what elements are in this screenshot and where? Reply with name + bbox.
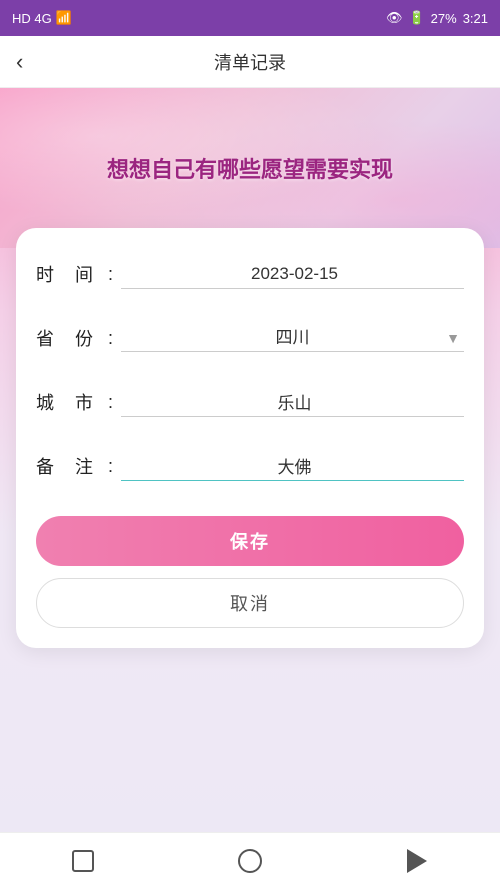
- content-wrapper: 想想自己有哪些愿望需要实现 时 间 : 省 份 : 四川 北京 上海 广东 ▼: [0, 88, 500, 832]
- hd-label: HD 4G: [12, 11, 52, 26]
- time-display: 3:21: [463, 11, 488, 26]
- date-label: 时 间: [36, 261, 108, 287]
- status-left: HD 4G 📶: [12, 10, 72, 26]
- battery-percent: 27%: [431, 11, 457, 26]
- square-icon: [72, 850, 94, 872]
- save-button[interactable]: 保存: [36, 516, 464, 566]
- note-row: 备 注 :: [36, 444, 464, 488]
- province-colon: :: [108, 328, 113, 349]
- back-button[interactable]: ‹: [16, 49, 23, 75]
- date-input[interactable]: [121, 260, 464, 289]
- banner-text: 想想自己有哪些愿望需要实现: [107, 152, 393, 184]
- date-row: 时 间 :: [36, 252, 464, 296]
- province-select[interactable]: 四川 北京 上海 广东: [121, 324, 464, 351]
- note-colon: :: [108, 456, 113, 477]
- signal-icon: 📶: [56, 10, 72, 26]
- circle-icon: [238, 849, 262, 873]
- nav-circle-button[interactable]: [236, 847, 264, 875]
- cancel-button[interactable]: 取消: [36, 578, 464, 628]
- bottom-nav: [0, 832, 500, 888]
- triangle-icon: [407, 849, 427, 873]
- note-label: 备 注: [36, 453, 108, 479]
- note-input[interactable]: [121, 452, 464, 481]
- city-row: 城 市 :: [36, 380, 464, 424]
- page-title: 清单记录: [214, 49, 286, 75]
- city-input[interactable]: [121, 388, 464, 417]
- eye-icon: 👁: [386, 10, 403, 26]
- province-row: 省 份 : 四川 北京 上海 广东 ▼: [36, 316, 464, 360]
- form-card: 时 间 : 省 份 : 四川 北京 上海 广东 ▼ 城 市 :: [16, 228, 484, 648]
- status-bar: HD 4G 📶 👁 🔋 27% 3:21: [0, 0, 500, 36]
- header: ‹ 清单记录: [0, 36, 500, 88]
- city-colon: :: [108, 392, 113, 413]
- banner: 想想自己有哪些愿望需要实现: [0, 88, 500, 248]
- date-colon: :: [108, 264, 113, 285]
- province-select-wrapper: 四川 北京 上海 广东 ▼: [121, 324, 464, 352]
- nav-back-button[interactable]: [403, 847, 431, 875]
- city-label: 城 市: [36, 389, 108, 415]
- nav-square-button[interactable]: [69, 847, 97, 875]
- battery-icon: 🔋: [408, 10, 424, 26]
- province-label: 省 份: [36, 325, 108, 351]
- status-right: 👁 🔋 27% 3:21: [386, 10, 488, 26]
